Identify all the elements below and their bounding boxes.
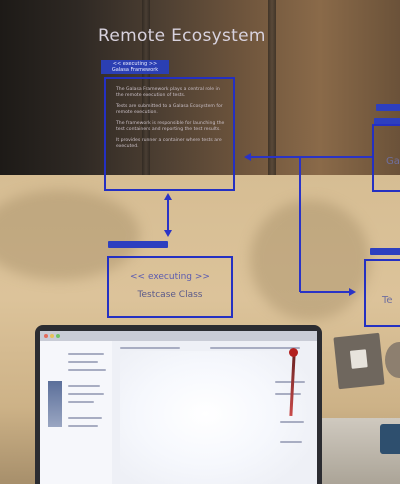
screen-line [68, 417, 102, 419]
screen-line [210, 347, 300, 349]
screen-line [275, 381, 305, 383]
screen-line [68, 401, 94, 403]
desk-device [380, 424, 400, 454]
screen-line [280, 421, 304, 423]
screen-line [68, 369, 106, 371]
laptop-screen [40, 331, 317, 484]
screen-line [68, 385, 100, 387]
browser-toolbar [40, 331, 317, 341]
laptop [35, 325, 322, 484]
screen-line [120, 347, 180, 349]
arrow-icon [164, 230, 172, 237]
screen-line [280, 441, 302, 443]
screen-glare [120, 351, 310, 484]
arrow-icon [164, 193, 172, 200]
screen-line [275, 393, 301, 395]
window-dot-icon [44, 334, 48, 338]
window-dot-icon [56, 334, 60, 338]
wall-outlet [349, 349, 368, 369]
arrow-icon [244, 153, 251, 161]
projected-diagram-photo: Remote Ecosystem << executing >> Galasa … [0, 0, 400, 484]
red-stylus-tip [289, 348, 298, 357]
screen-line [68, 425, 98, 427]
window-dot-icon [50, 334, 54, 338]
screen-thumbnail [48, 381, 62, 427]
wall-outlet-plate [333, 332, 385, 390]
screen-side-panel [40, 341, 112, 484]
screen-line [68, 353, 104, 355]
screen-line [68, 393, 104, 395]
arrow-icon [349, 288, 356, 296]
screen-line [68, 361, 98, 363]
